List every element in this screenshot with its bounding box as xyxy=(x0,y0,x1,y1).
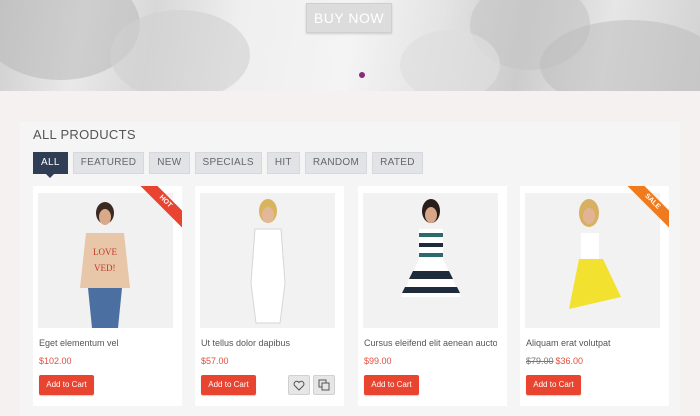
tab-rated[interactable]: RATED xyxy=(372,152,423,174)
svg-text:LOVE: LOVE xyxy=(93,247,117,257)
old-price: $79.00 xyxy=(526,356,554,366)
product-name[interactable]: Aliquam erat volutpat xyxy=(526,338,611,348)
product-name[interactable]: Eget elementum vel xyxy=(39,338,119,348)
compare-icon xyxy=(318,379,330,391)
sale-price: $36.00 xyxy=(555,356,584,366)
product-card[interactable] xyxy=(195,186,344,406)
product-image[interactable] xyxy=(200,193,335,328)
add-to-cart-button[interactable]: Add to Cart xyxy=(526,375,581,395)
buy-now-button[interactable]: BUY NOW xyxy=(306,3,392,33)
tab-random[interactable]: RANDOM xyxy=(304,152,368,174)
sale-badge: SALE xyxy=(623,186,669,232)
product-price: $99.00 xyxy=(364,356,392,366)
tab-all[interactable]: ALL xyxy=(33,152,68,178)
heart-icon xyxy=(293,380,305,391)
product-name[interactable]: Cursus eleifend elit aenean aucto xyxy=(364,338,497,348)
wishlist-button[interactable] xyxy=(288,375,310,395)
add-to-cart-button[interactable]: Add to Cart xyxy=(39,375,94,395)
add-to-cart-button[interactable]: Add to Cart xyxy=(364,375,419,395)
product-price: $102.00 xyxy=(39,356,72,366)
tab-new[interactable]: NEW xyxy=(149,152,190,174)
product-image[interactable] xyxy=(363,193,498,328)
tab-featured[interactable]: FEATURED xyxy=(72,152,145,174)
product-price: $57.00 xyxy=(201,356,229,366)
hot-badge: HOT xyxy=(136,186,182,232)
slider-dot[interactable] xyxy=(359,72,365,78)
tab-specials[interactable]: SPECIALS xyxy=(194,152,262,174)
product-card[interactable]: SALE xyxy=(520,186,669,406)
compare-button[interactable] xyxy=(313,375,335,395)
product-tabs: ALL FEATURED NEW SPECIALS HIT RANDOM RAT… xyxy=(33,152,423,178)
svg-text:VED!: VED! xyxy=(94,263,116,273)
product-card[interactable]: LOVE VED! HOT xyxy=(33,186,182,406)
add-to-cart-button[interactable]: Add to Cart xyxy=(201,375,256,395)
product-card[interactable] xyxy=(358,186,507,406)
product-price: $79.00 $36.00 xyxy=(526,356,583,366)
tab-hit[interactable]: HIT xyxy=(266,152,300,174)
product-name[interactable]: Ut tellus dolor dapibus xyxy=(201,338,290,348)
section-title: ALL PRODUCTS xyxy=(33,127,136,142)
